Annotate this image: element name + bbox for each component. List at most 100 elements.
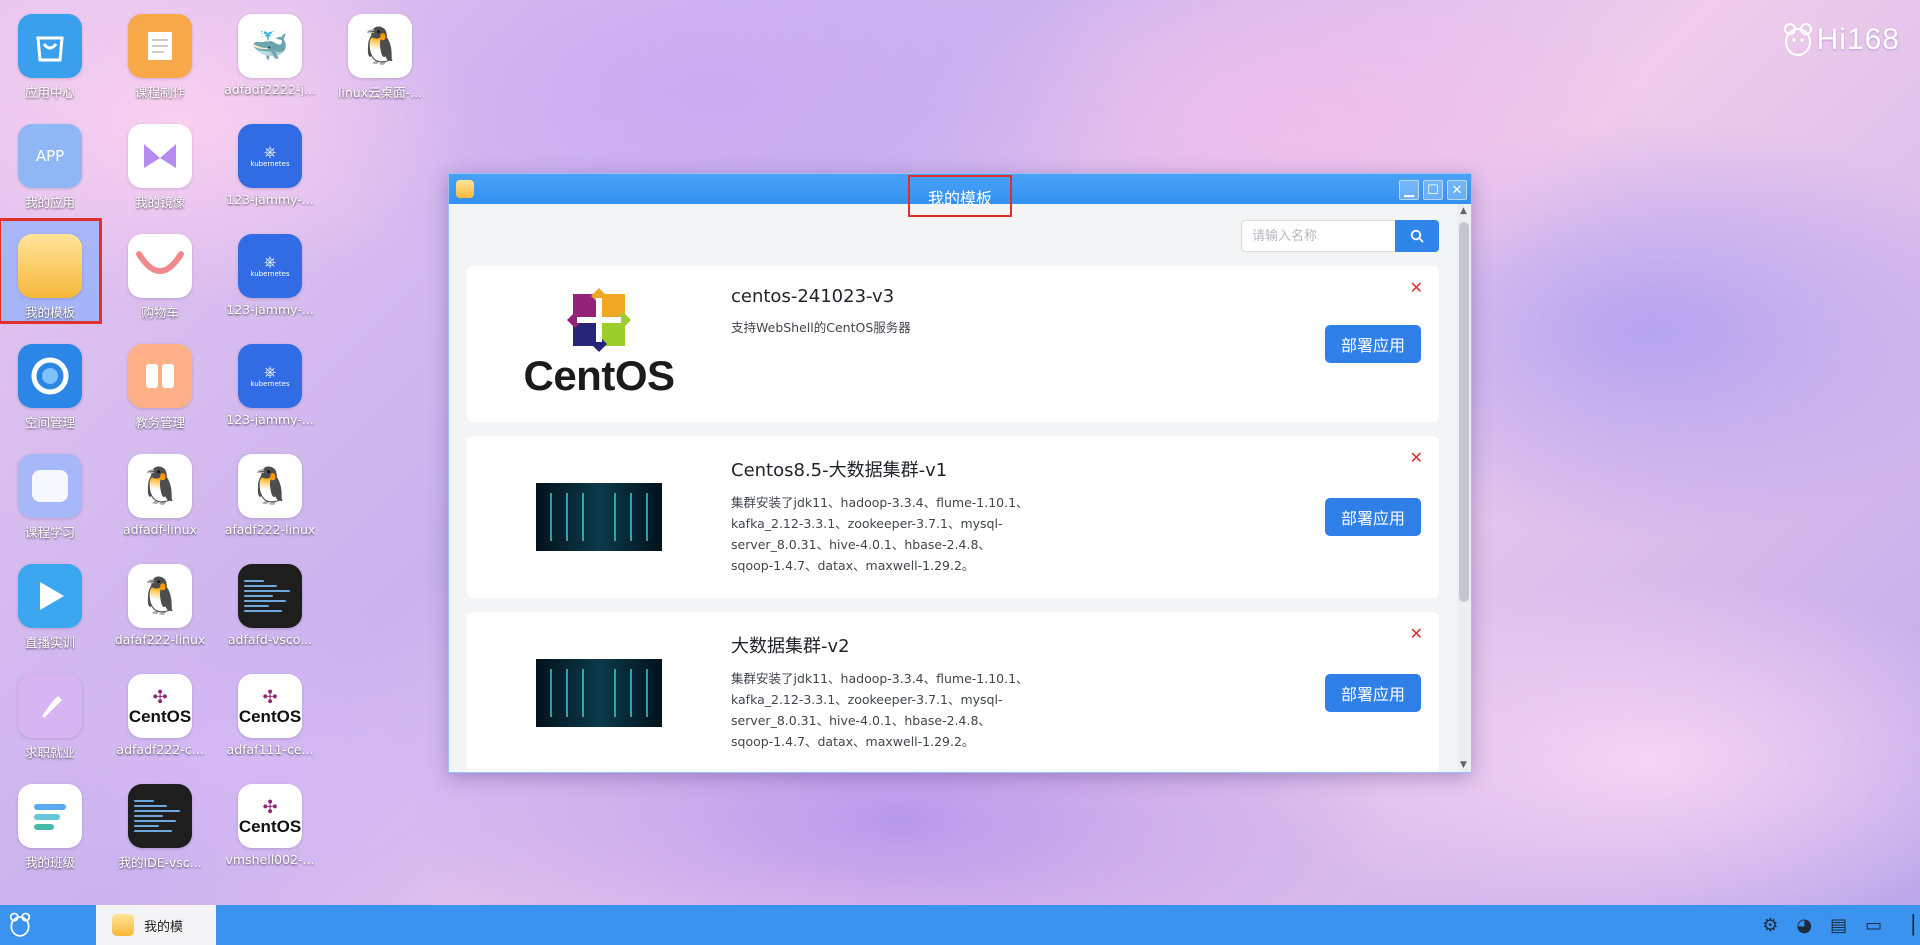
scrollbar-thumb[interactable]	[1459, 222, 1469, 602]
brand-text: Hi168	[1816, 23, 1900, 56]
scroll-down-icon[interactable]: ▼	[1460, 760, 1467, 770]
deploy-app-button[interactable]: 部署应用	[1325, 325, 1421, 363]
vscode-icon	[128, 784, 192, 848]
academic-icon	[128, 344, 192, 408]
desktop-icon-label: adfaf111-ce...	[226, 742, 314, 757]
desktop-icon-my-apps[interactable]: APP 我的应用	[0, 110, 100, 212]
my-images-icon	[128, 124, 192, 188]
bear-start-icon	[9, 912, 31, 937]
desktop-icon-linux[interactable]: 🐧 afadf222-linux	[220, 440, 320, 542]
linux-icon: 🐧	[238, 454, 302, 518]
live-icon	[18, 564, 82, 628]
my-templates-window: 我的模板 ▁ ☐ ✕ 请输入名称 CentOS centos-241023-v3…	[448, 173, 1472, 773]
chat-icon[interactable]: ▤	[1830, 915, 1847, 936]
window-scrollbar[interactable]: ▲ ▼	[1457, 204, 1471, 772]
desktop-icon-my-images[interactable]: 我的镜像	[110, 110, 210, 212]
desktop-icon-course-make[interactable]: 课程制作	[110, 0, 210, 102]
desktop-icon-label: 我的IDE-vsc...	[118, 855, 202, 870]
my-apps-icon: APP	[18, 124, 82, 188]
desktop-icon-centos[interactable]: ✣ CentOS adfadf222-c...	[110, 660, 210, 762]
desktop-icon-kubernetes[interactable]: ⎈ kubernetes 123-jammy-...	[220, 330, 320, 432]
search-button[interactable]	[1395, 220, 1439, 252]
course-make-icon	[128, 14, 192, 78]
desktop-icon-space[interactable]: 空间管理	[0, 330, 100, 432]
desktop-icon-label: 我的应用	[24, 195, 75, 210]
minimize-button[interactable]: ▁	[1399, 180, 1419, 200]
kubernetes-icon: ⎈ kubernetes	[238, 234, 302, 298]
centos-icon: ✣ CentOS	[128, 674, 192, 738]
template-name: 大数据集群-v2	[731, 636, 850, 657]
desktop-icon-label: 直播实训	[24, 635, 75, 650]
folder-app-icon	[112, 914, 134, 936]
desktop-icon-label: adfadf2222-j...	[224, 82, 316, 97]
scroll-up-icon[interactable]: ▲	[1460, 206, 1467, 216]
deploy-app-button[interactable]: 部署应用	[1325, 498, 1421, 536]
settings-icon[interactable]: ⚙	[1762, 915, 1778, 936]
deploy-app-button[interactable]: 部署应用	[1325, 674, 1421, 712]
desktop-icon-label: dafaf222-linux	[114, 632, 206, 647]
delete-template-icon[interactable]: ✕	[1410, 278, 1423, 297]
delete-template-icon[interactable]: ✕	[1410, 624, 1423, 643]
desktop-icon-label: 123-jammy-...	[226, 302, 314, 317]
desktop-icon-linux[interactable]: 🐧 linux云桌面-...	[330, 0, 430, 102]
vscode-icon	[238, 564, 302, 628]
desktop-icon-label: 课程制作	[134, 85, 185, 100]
desktop-icon-centos[interactable]: ✣ CentOS adfaf111-ce...	[220, 660, 320, 762]
desktop-icon-cart[interactable]: 购物车	[110, 220, 210, 322]
template-description: 集群安装了jdk11、hadoop-3.3.4、flume-1.10.1、kaf…	[731, 495, 1029, 573]
search-bar	[467, 220, 1439, 252]
taskbar: 我的模 ⚙ ◕ ▤ ▭ ▕	[0, 905, 1920, 945]
taskbar-item-my-templates[interactable]: 我的模	[96, 905, 216, 945]
desktop-icon-live[interactable]: 直播实训	[0, 550, 100, 652]
desktop-icon-vscode[interactable]: adfafd-vsco...	[220, 550, 320, 652]
desktop-icon-centos[interactable]: ✣ CentOS vmshell002-...	[220, 770, 320, 872]
wechat-icon[interactable]: ◕	[1796, 915, 1812, 936]
search-icon	[1410, 229, 1424, 243]
centos-icon: ✣ CentOS	[238, 674, 302, 738]
desktop-icon-label: vmshell002-...	[225, 852, 315, 867]
desktop-icon-my-templates[interactable]: 我的模板	[0, 218, 102, 324]
desktop-icon-label: 我的班级	[24, 855, 75, 870]
kubernetes-icon: ⎈ kubernetes	[238, 344, 302, 408]
template-name: Centos8.5-大数据集群-v1	[731, 460, 948, 481]
desktop-icon-label: 应用中心	[24, 85, 75, 100]
template-thumbnail	[467, 659, 731, 727]
bear-logo-icon	[1783, 23, 1812, 56]
system-tray: ⚙ ◕ ▤ ▭ ▕	[1762, 905, 1914, 945]
desktop-icon-class[interactable]: 我的班级	[0, 770, 100, 872]
template-thumbnail	[467, 483, 731, 551]
desktop-icon-linux[interactable]: 🐧 adfadf-linux	[110, 440, 210, 542]
study-icon	[18, 454, 82, 518]
desktop-icon-label: 购物车	[141, 305, 179, 320]
monitor-icon[interactable]: ▭	[1865, 915, 1882, 936]
centos-logo-icon	[566, 288, 631, 352]
show-desktop-icon[interactable]: ▕	[1900, 915, 1914, 936]
desktop-icon-app-center[interactable]: 应用中心	[0, 0, 100, 102]
cart-icon	[128, 234, 192, 298]
desktop-icon-kubernetes[interactable]: ⎈ kubernetes 123-jammy-...	[220, 220, 320, 322]
desktop-icon-label: 123-jammy-...	[226, 192, 314, 207]
desktop-icon-kubernetes[interactable]: ⎈ kubernetes 123-jammy-...	[220, 110, 320, 212]
close-button[interactable]: ✕	[1447, 180, 1467, 200]
start-button[interactable]	[0, 905, 40, 945]
delete-template-icon[interactable]: ✕	[1410, 448, 1423, 467]
desktop-icon-jobs[interactable]: 求职就业	[0, 660, 100, 762]
desktop-icon-label: afadf222-linux	[224, 522, 316, 537]
desktop-icon-academic[interactable]: 教务管理	[110, 330, 210, 432]
template-thumbnail: CentOS	[467, 288, 731, 400]
window-titlebar[interactable]: 我的模板 ▁ ☐ ✕	[449, 174, 1471, 217]
desktop-icon-docker[interactable]: 🐳 adfadf2222-j...	[220, 0, 320, 102]
linux-icon: 🐧	[128, 454, 192, 518]
brand-logo: Hi168	[1783, 22, 1900, 58]
template-card: Centos8.5-大数据集群-v1 集群安装了jdk11、hadoop-3.3…	[467, 436, 1439, 598]
search-input[interactable]	[1241, 220, 1395, 252]
desktop-icon-label: linux云桌面-...	[337, 85, 423, 100]
template-description: 集群安装了jdk11、hadoop-3.3.4、flume-1.10.1、kaf…	[731, 671, 1029, 749]
my-templates-icon	[18, 234, 82, 298]
maximize-button[interactable]: ☐	[1423, 180, 1443, 200]
desktop-icon-vscode[interactable]: 我的IDE-vsc...	[110, 770, 210, 872]
desktop-icon-linux[interactable]: 🐧 dafaf222-linux	[110, 550, 210, 652]
desktop-icon-label: 空间管理	[24, 415, 75, 430]
centos-logo-text: CentOS	[523, 352, 675, 399]
desktop-icon-study[interactable]: 课程学习	[0, 440, 100, 542]
